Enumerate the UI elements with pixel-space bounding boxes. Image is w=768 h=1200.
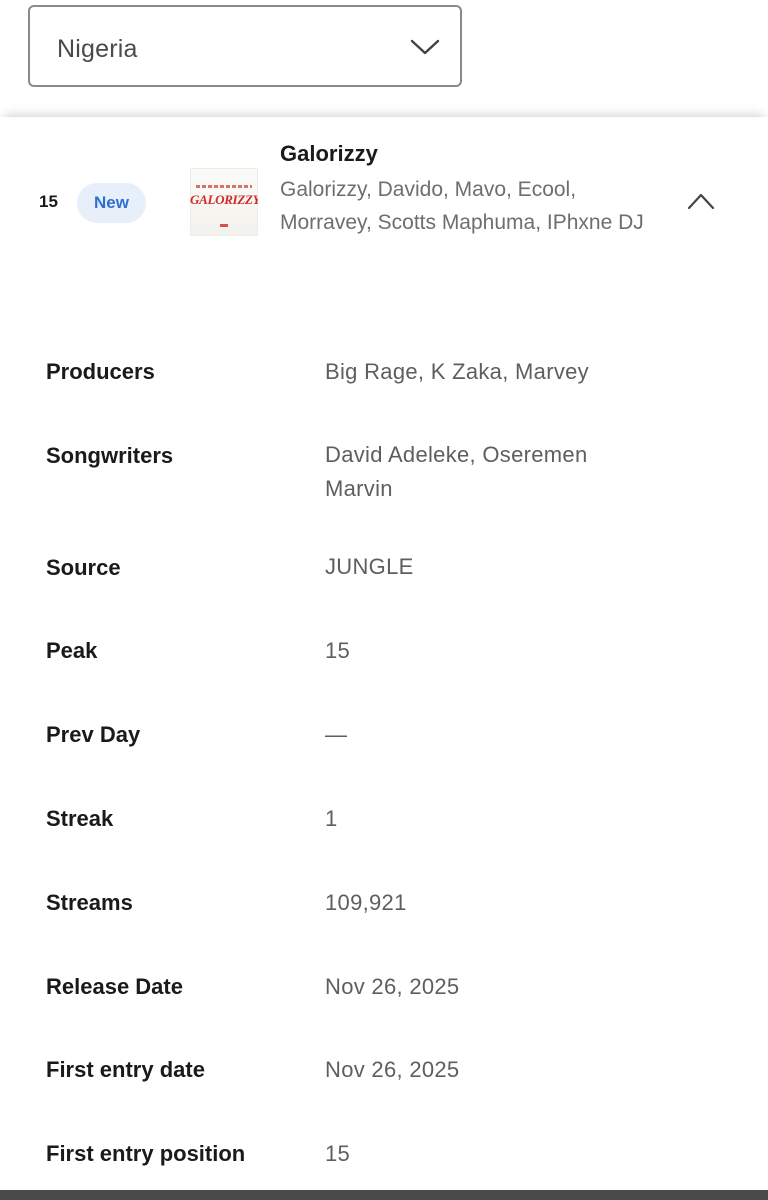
detail-value-first-entry-position: 15: [325, 1141, 351, 1166]
detail-value-producers: Big Rage, K Zaka, Marvey: [325, 359, 589, 384]
album-cover: GALORIZZY: [190, 168, 258, 236]
chevron-down-icon: [410, 39, 440, 55]
detail-label-first-entry-position: First entry position: [46, 1141, 246, 1166]
chart-row[interactable]: 15 New GALORIZZY Galorizzy Galorizzy, Da…: [0, 117, 768, 1200]
detail-label-songwriters: Songwriters: [46, 443, 174, 468]
bottom-edge: [0, 1190, 768, 1200]
detail-label-streak: Streak: [46, 806, 114, 831]
track-artists: Galorizzy, Davido, Mavo, Ecool, Morravey…: [280, 178, 644, 234]
detail-value-source: JUNGLE: [325, 554, 414, 579]
detail-label-source: Source: [46, 555, 121, 580]
detail-label-streams: Streams: [46, 890, 133, 915]
detail-value-songwriters: David Adeleke, Oseremen Marvin: [325, 442, 588, 501]
detail-value-release-date: Nov 26, 2025: [325, 974, 460, 999]
cover-text-strip: [196, 185, 252, 188]
detail-value-prev-day: —: [325, 722, 348, 747]
detail-value-streams: 109,921: [325, 890, 407, 915]
country-select[interactable]: Nigeria: [28, 5, 462, 87]
cover-logo-text: GALORIZZY: [190, 192, 258, 207]
detail-label-first-entry-date: First entry date: [46, 1057, 205, 1082]
new-entry-badge: New: [77, 183, 146, 223]
detail-label-prev-day: Prev Day: [46, 722, 141, 747]
track-title: Galorizzy: [280, 141, 378, 166]
country-select-value: Nigeria: [57, 35, 138, 63]
chevron-up-icon[interactable]: [686, 191, 716, 211]
detail-value-streak: 1: [325, 806, 338, 831]
detail-label-release-date: Release Date: [46, 974, 183, 999]
detail-label-peak: Peak: [46, 638, 98, 663]
chart-rank: 15: [39, 192, 58, 211]
cover-mark: [220, 224, 228, 227]
detail-value-peak: 15: [325, 638, 351, 663]
detail-value-first-entry-date: Nov 26, 2025: [325, 1057, 460, 1082]
detail-label-producers: Producers: [46, 359, 155, 384]
